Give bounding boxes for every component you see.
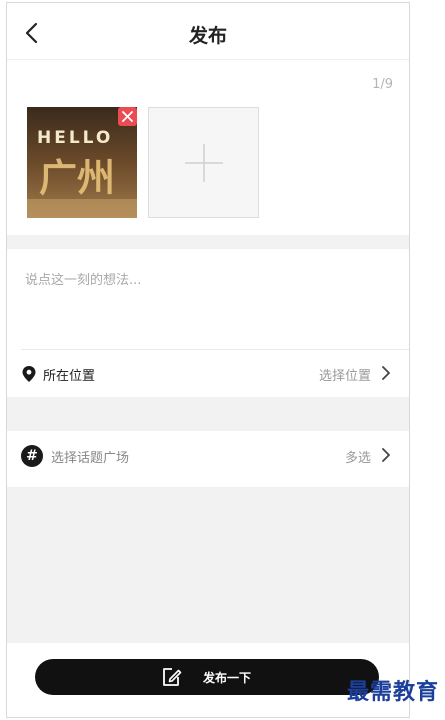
- divider: [21, 349, 409, 350]
- empty-area: [7, 487, 409, 643]
- add-photo-button[interactable]: [148, 107, 259, 218]
- location-label: 所在位置: [43, 369, 96, 384]
- publish-label: 发布一下: [203, 671, 252, 685]
- topic-row[interactable]: # 选择话题广场 多选: [7, 433, 409, 479]
- watermark-logo: 最需教育: [346, 679, 439, 705]
- section-gap: [7, 235, 409, 249]
- photo-caption-city: 广州: [39, 155, 115, 200]
- app-screen: 发布 1/9 HELLO 广州 说点这一刻的想法... 所在位置 选择位置 # …: [6, 2, 410, 718]
- publish-button[interactable]: 发布一下: [35, 659, 379, 695]
- location-pin-icon: [22, 366, 36, 382]
- location-value: 选择位置: [318, 369, 371, 384]
- hashtag-icon: #: [21, 445, 43, 467]
- chevron-right-icon: [382, 448, 390, 462]
- topic-value: 多选: [344, 451, 371, 466]
- edit-icon: [163, 668, 182, 686]
- page-title: 发布: [188, 25, 227, 47]
- section-gap: [7, 397, 409, 431]
- close-icon: [122, 111, 133, 122]
- photo-caption-hello: HELLO: [37, 128, 113, 148]
- topic-label: 选择话题广场: [51, 451, 130, 466]
- remove-photo-button[interactable]: [118, 107, 137, 126]
- location-row[interactable]: 所在位置 选择位置: [7, 351, 409, 397]
- chevron-right-icon: [382, 366, 390, 380]
- plus-icon: [185, 144, 223, 182]
- photo-count: 1/9: [372, 77, 393, 92]
- navigation-bar: 发布: [7, 3, 409, 60]
